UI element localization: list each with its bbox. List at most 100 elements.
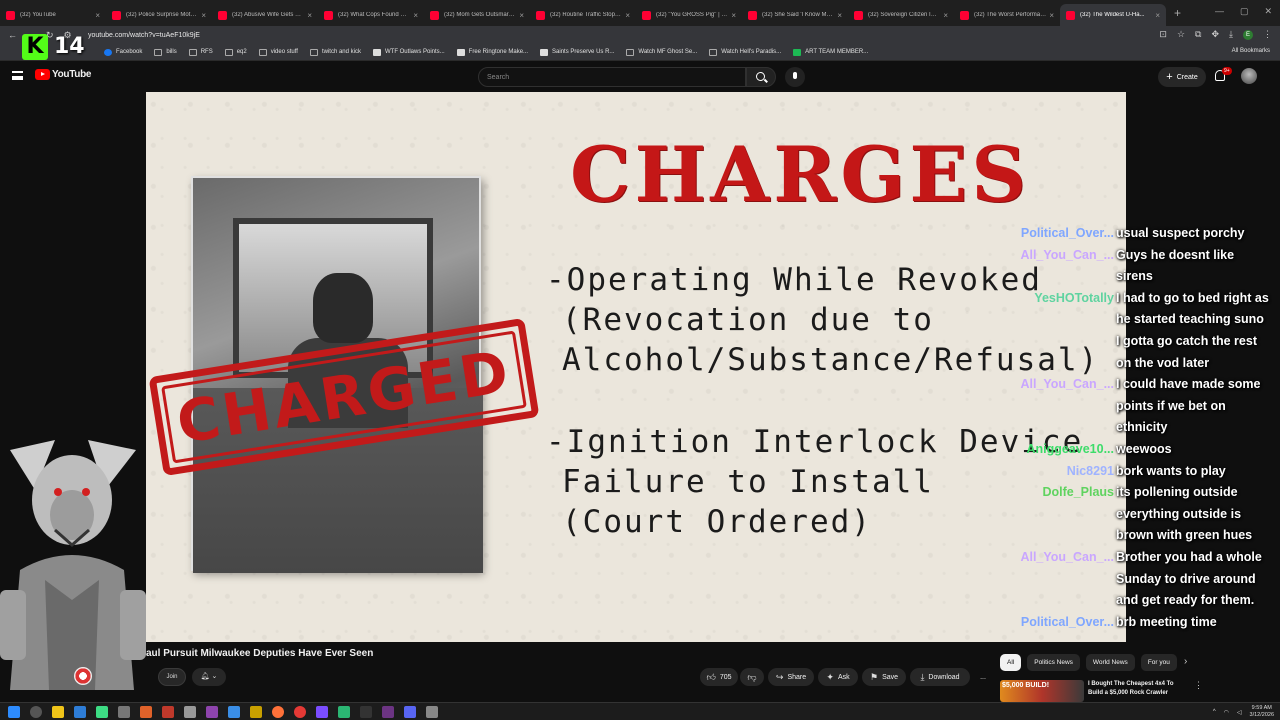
- like-button[interactable]: 👍︎ 705: [700, 668, 738, 686]
- chrome-icon[interactable]: [294, 706, 306, 718]
- windows-start-icon[interactable]: [8, 706, 20, 718]
- tab-close-icon[interactable]: ×: [95, 11, 100, 20]
- url-field[interactable]: youtube.com/watch?v=tuAeF10k9jE: [88, 32, 200, 39]
- discord-icon[interactable]: [404, 706, 416, 718]
- browser-tab[interactable]: (32) Routine Traffic Stop Tu... ×: [530, 4, 636, 26]
- close-window-icon[interactable]: ✕: [1264, 6, 1272, 17]
- settings-icon[interactable]: [118, 706, 130, 718]
- filter-chip[interactable]: For you: [1140, 654, 1177, 671]
- bookmark-item[interactable]: RFS: [188, 48, 213, 56]
- bookmark-item[interactable]: Watch MF Ghost Se...: [626, 48, 697, 56]
- filter-chip[interactable]: World News: [1085, 654, 1135, 671]
- chat-message: sirens: [1010, 269, 1153, 283]
- bookmark-item[interactable]: ART TEAM MEMBER...: [793, 48, 868, 56]
- new-tab-button[interactable]: +: [1174, 6, 1181, 20]
- bookmark-item[interactable]: Facebook: [104, 48, 142, 56]
- tab-close-icon[interactable]: ×: [943, 11, 948, 20]
- puzzle-icon[interactable]: ✥: [1211, 29, 1219, 40]
- browser-tab[interactable]: (32) The Wildest U-Ha... ×: [1060, 4, 1166, 26]
- recommendation-menu-icon[interactable]: ⋮: [1194, 680, 1203, 691]
- video-player[interactable]: CHARGES CHARGED -Operating While Revoked…: [146, 92, 1126, 642]
- browser-tab[interactable]: (32) Police Surprise Moth... ×: [106, 4, 212, 26]
- chevron-right-icon[interactable]: ›: [1184, 656, 1187, 667]
- bookmark-item[interactable]: eq2: [224, 48, 247, 56]
- profile-avatar[interactable]: E: [1243, 29, 1253, 40]
- steam-icon[interactable]: [184, 706, 196, 718]
- file-explorer-icon[interactable]: [52, 706, 64, 718]
- browser-tab[interactable]: (32) Mom Gets Outsmarte... ×: [424, 4, 530, 26]
- app-icon[interactable]: [382, 706, 394, 718]
- back-icon[interactable]: ←: [8, 30, 17, 41]
- bookmark-item[interactable]: Free Ringtone Make...: [456, 48, 528, 56]
- browser-tab[interactable]: (32) She Said 'I Know My R... ×: [742, 4, 848, 26]
- dislike-button[interactable]: 👎︎: [740, 668, 764, 686]
- app-icon[interactable]: [162, 706, 174, 718]
- tab-close-icon[interactable]: ×: [1049, 11, 1054, 20]
- app-icon[interactable]: [228, 706, 240, 718]
- app-icon[interactable]: [360, 706, 372, 718]
- app-icon[interactable]: [426, 706, 438, 718]
- search-icon[interactable]: [30, 706, 42, 718]
- clock[interactable]: 9:59 AM 3/12/2026: [1250, 705, 1274, 719]
- browser-tab[interactable]: (32) The Worst Performanc... ×: [954, 4, 1060, 26]
- app-icon[interactable]: [250, 706, 262, 718]
- mail-icon[interactable]: [74, 706, 86, 718]
- share-button[interactable]: ↪ Share: [768, 668, 814, 686]
- app-icon[interactable]: [206, 706, 218, 718]
- minimize-icon[interactable]: —: [1215, 6, 1224, 17]
- vlc-icon[interactable]: [140, 706, 152, 718]
- firefox-icon[interactable]: [272, 706, 284, 718]
- xbox-icon[interactable]: [96, 706, 108, 718]
- app-icon[interactable]: [316, 706, 328, 718]
- more-actions-button[interactable]: ...: [974, 668, 992, 686]
- channel-avatar[interactable]: [74, 667, 92, 685]
- tab-close-icon[interactable]: ×: [837, 11, 842, 20]
- join-button[interactable]: Join: [158, 668, 186, 686]
- install-icon[interactable]: ⊡: [1159, 29, 1167, 40]
- voice-search-icon[interactable]: [785, 67, 805, 87]
- bookmark-item[interactable]: video stuff: [258, 48, 298, 56]
- bookmark-item[interactable]: bills: [154, 48, 177, 56]
- tab-close-icon[interactable]: ×: [307, 11, 312, 20]
- search-button[interactable]: [746, 67, 776, 87]
- browser-tab[interactable]: (32) Abusive Wife Gets Hu... ×: [212, 4, 318, 26]
- recommendation-thumbnail[interactable]: $5,000 BUILD!: [1000, 680, 1084, 702]
- browser-tab[interactable]: (32) "You GROSS Pig" | En... ×: [636, 4, 742, 26]
- extension-icon[interactable]: ⧉: [1195, 29, 1201, 40]
- filter-chip[interactable]: Politics News: [1027, 654, 1080, 671]
- subscribe-bell-button[interactable]: 🔔︎ ⌄: [192, 668, 226, 686]
- browser-tab[interactable]: (32) What Cops Found On... ×: [318, 4, 424, 26]
- download-icon[interactable]: ⤓: [1229, 29, 1233, 40]
- save-button[interactable]: ⚑ Save: [862, 668, 906, 686]
- bookmark-star-icon[interactable]: ☆: [1177, 29, 1185, 40]
- tab-close-icon[interactable]: ×: [413, 11, 418, 20]
- tab-close-icon[interactable]: ×: [201, 11, 206, 20]
- browser-tab[interactable]: (32) YouTube ×: [0, 4, 106, 26]
- tab-close-icon[interactable]: ×: [731, 11, 736, 20]
- app-icon[interactable]: [338, 706, 350, 718]
- hamburger-menu-icon[interactable]: [12, 71, 23, 80]
- recommendation-title[interactable]: I Bought The Cheapest 4x4 To Build a $5,…: [1088, 680, 1188, 698]
- ask-button[interactable]: ✦ Ask: [818, 668, 858, 686]
- charge-line: (Court Ordered): [562, 504, 872, 540]
- browser-menu-icon[interactable]: ⋮: [1263, 29, 1272, 40]
- account-avatar[interactable]: [1241, 68, 1257, 84]
- tab-close-icon[interactable]: ×: [625, 11, 630, 20]
- search-input[interactable]: Search: [478, 67, 746, 87]
- create-button[interactable]: + Create: [1158, 67, 1206, 87]
- bookmark-item[interactable]: WTF Outlaws Points...: [372, 48, 445, 56]
- bookmark-item[interactable]: Saints Preserve Us R...: [540, 48, 614, 56]
- youtube-logo[interactable]: YouTube: [35, 69, 92, 80]
- maximize-icon[interactable]: ▢: [1240, 6, 1249, 17]
- tab-close-icon[interactable]: ×: [519, 11, 524, 20]
- wifi-icon[interactable]: ◠: [1224, 709, 1229, 716]
- tray-chevron-icon[interactable]: ^: [1213, 709, 1216, 715]
- browser-tab[interactable]: (32) Sovereign Citizen INV... ×: [848, 4, 954, 26]
- bookmark-item[interactable]: Watch Hell's Paradis...: [709, 48, 781, 56]
- download-button[interactable]: ⤓ Download: [910, 668, 970, 686]
- filter-chip[interactable]: All: [1000, 654, 1022, 671]
- volume-icon[interactable]: ◁: [1237, 709, 1242, 716]
- all-bookmarks-button[interactable]: All Bookmarks: [1232, 48, 1270, 54]
- bookmark-item[interactable]: twitch and kick: [309, 48, 361, 56]
- tab-close-icon[interactable]: ×: [1155, 11, 1160, 20]
